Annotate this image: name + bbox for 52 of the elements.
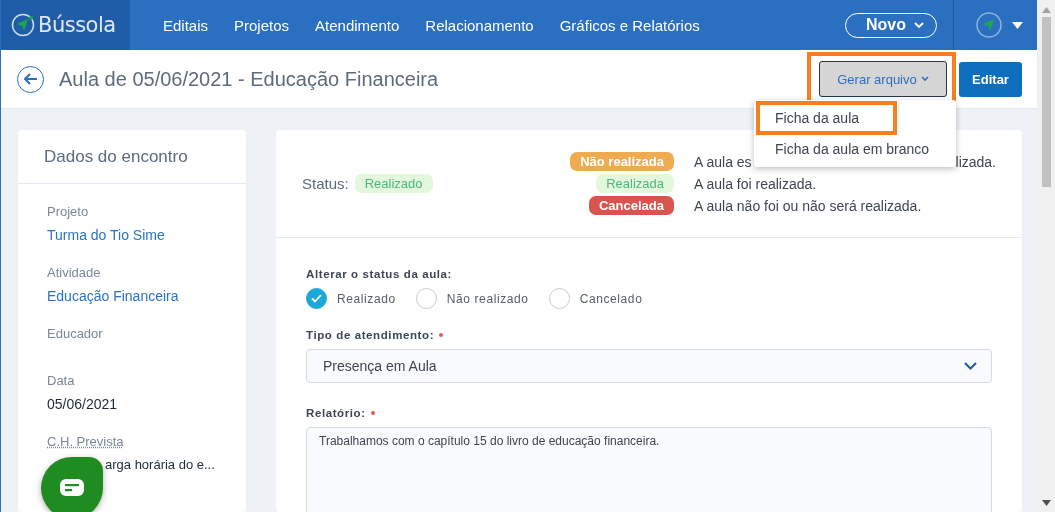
field-value: arga horária do e... — [105, 457, 216, 472]
nav-link[interactable]: Gráficos e Relatórios — [546, 16, 713, 34]
field-link[interactable]: Turma do Tio Sime — [47, 227, 246, 243]
field-value: 05/06/2021 — [47, 396, 119, 412]
edit-button[interactable]: Editar — [959, 61, 1022, 97]
caret-icon — [920, 76, 929, 82]
compass-icon — [11, 13, 35, 37]
report-field[interactable]: Trabalhamos com o capítulo 15 do livro de educação financeira. — [306, 427, 992, 512]
chevron-down-icon — [964, 362, 977, 370]
select-field[interactable]: Presença em Aula — [306, 349, 992, 383]
brand-name: Bússola — [38, 13, 116, 37]
field-label: Projeto — [47, 204, 90, 219]
page-title: Aula de 05/06/2021 - Educação Financeira — [59, 67, 439, 91]
scroll-thumb[interactable] — [1041, 17, 1051, 187]
legend-text: A aula foi realizada. — [694, 175, 817, 192]
field-label: Educador — [47, 326, 104, 341]
caret-icon[interactable] — [1012, 21, 1023, 29]
status-badge: Não realizada — [570, 152, 674, 171]
radio-option[interactable]: Cancelado — [548, 288, 643, 309]
status-badge: Realizada — [596, 174, 674, 193]
legend-text: lizada. — [955, 153, 996, 170]
avatar-icon[interactable] — [976, 12, 1002, 38]
scrollbar-track[interactable] — [1037, 0, 1055, 512]
nav-link[interactable]: Atendimento — [302, 16, 413, 34]
card-title: Dados do encontro — [18, 130, 246, 184]
nav-link[interactable]: Relacionamento — [412, 16, 547, 34]
status-badge: Realizado — [354, 174, 433, 193]
field-label: Tipo de atendimento: — [306, 329, 435, 341]
scroll-down-icon[interactable] — [1041, 500, 1051, 506]
scroll-up-icon[interactable] — [1041, 7, 1051, 13]
field-label: Relatório: — [306, 407, 366, 419]
field-label: C.H. Prevista — [47, 434, 125, 449]
field-label: Data — [47, 373, 76, 388]
radio-option[interactable]: Não realizado — [415, 288, 529, 309]
field-label: Alterar o status da aula: — [306, 268, 452, 280]
status-label: Status: — [302, 175, 349, 192]
brand-logo[interactable]: Bússola — [1, 0, 130, 50]
nav-link[interactable]: Projetos — [221, 16, 303, 34]
legend-text: A aula es — [694, 153, 752, 170]
legend-text: A aula não foi ou não será realizada. — [694, 197, 922, 214]
field-label: Atividade — [47, 265, 102, 280]
generate-file-button[interactable]: Gerar arquivo — [819, 61, 947, 97]
chevron-down-icon — [914, 21, 924, 29]
status-badge: Cancelada — [588, 196, 674, 215]
chat-icon — [59, 478, 85, 498]
nav-link[interactable]: Editais — [150, 16, 222, 34]
back-button[interactable] — [17, 65, 44, 93]
radio-option[interactable]: Realizado — [306, 288, 396, 309]
menu-item[interactable]: Ficha da aula — [756, 101, 897, 135]
menu-item[interactable]: Ficha da aula em branco — [756, 135, 944, 163]
field-link[interactable]: Educação Financeira — [47, 288, 246, 304]
back-arrow-icon — [23, 73, 38, 85]
